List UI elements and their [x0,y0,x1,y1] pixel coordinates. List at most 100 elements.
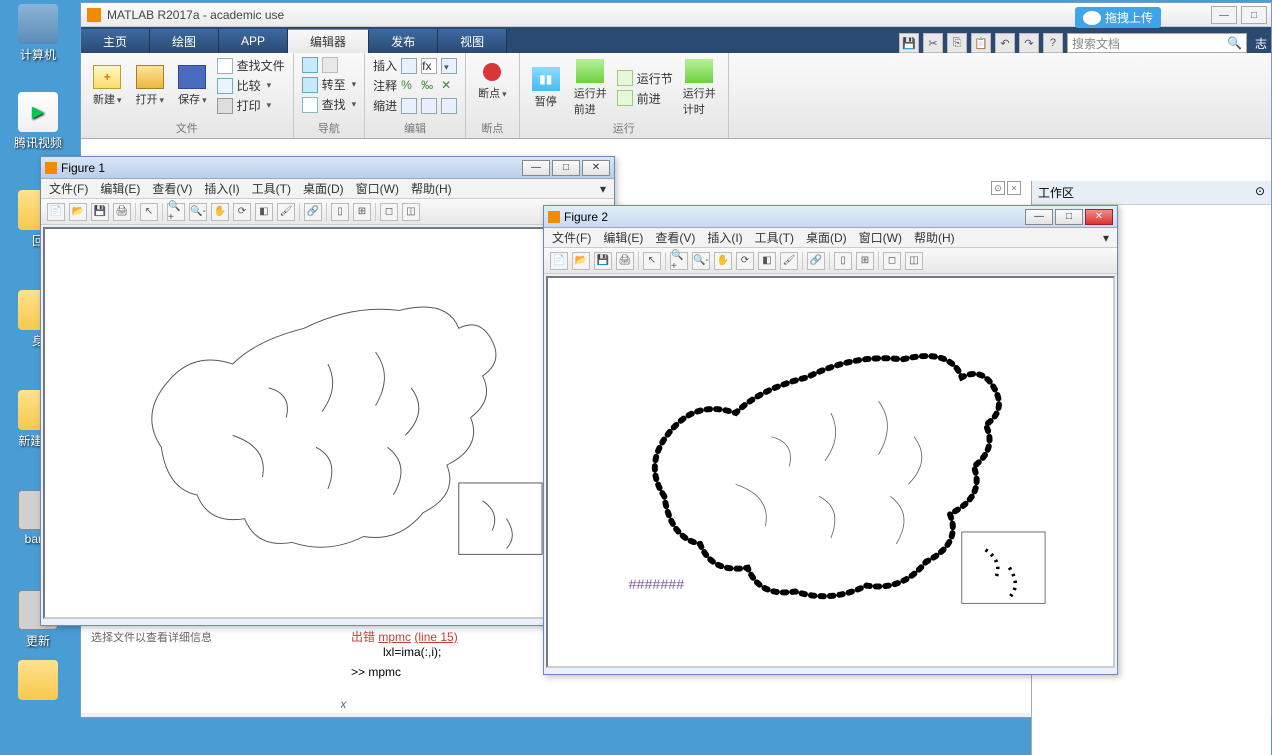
fig-menu-edit[interactable]: 编辑(E) [100,180,140,197]
upload-widget[interactable]: 拖拽上传 [1075,7,1161,28]
fig-menu-file[interactable]: 文件(F) [49,180,88,197]
qa-undo-icon[interactable]: ↶ [995,33,1015,53]
save-button[interactable]: 保存 [174,63,211,109]
fig-menu-edit[interactable]: 编辑(E) [603,229,643,246]
panel-close-button[interactable]: × [1007,181,1021,195]
zoomout-icon[interactable]: 🔍- [189,203,207,221]
figure2-axes[interactable]: ####### [546,276,1115,668]
brush-icon[interactable]: 🖌 [277,203,295,221]
hideplot-icon[interactable]: ◻ [883,252,901,270]
fig2-close-button[interactable]: ✕ [1085,209,1113,225]
new-fig-icon[interactable]: 📄 [47,203,65,221]
qa-cut-icon[interactable]: ✂ [923,33,943,53]
pause-button[interactable]: ▮▮暂停 [528,65,564,111]
fig-menu-more-icon[interactable]: ▾ [600,182,606,196]
figure2-window[interactable]: Figure 2 — □ ✕ 文件(F) 编辑(E) 查看(V) 插入(I) 工… [543,205,1118,675]
print-fig-icon[interactable]: 🖨 [616,252,634,270]
hideplot-icon[interactable]: ◻ [380,203,398,221]
link-icon[interactable]: 🔗 [304,203,322,221]
advance-button[interactable]: 前进 [617,90,673,107]
breakpoints-button[interactable]: 断点 [474,57,511,103]
compare-button[interactable]: 比较 [217,77,285,94]
open-fig-icon[interactable]: 📂 [69,203,87,221]
nav-back-button[interactable] [302,57,357,73]
zoomin-icon[interactable]: 🔍+ [670,252,688,270]
rotate-icon[interactable]: ⟳ [736,252,754,270]
figure2-titlebar[interactable]: Figure 2 — □ ✕ [544,206,1117,228]
run-advance-button[interactable]: 运行并 前进 [570,57,611,119]
qa-save-icon[interactable]: 💾 [899,33,919,53]
showplot-icon[interactable]: ◫ [905,252,923,270]
new-button[interactable]: 新建 [89,63,126,109]
tab-publish[interactable]: 发布 [369,29,438,53]
maximize-button[interactable]: □ [1241,6,1267,24]
qa-redo-icon[interactable]: ↷ [1019,33,1039,53]
pointer-icon[interactable]: ↖ [643,252,661,270]
panel-options-button[interactable]: ⊙ [991,181,1005,195]
search-docs-input[interactable]: 搜索文档🔍 [1067,33,1247,53]
fx-icon[interactable]: fx [421,58,437,74]
fig2-maximize-button[interactable]: □ [1055,209,1083,225]
fig-menu-help[interactable]: 帮助(H) [914,229,955,246]
qa-copy-icon[interactable]: ⎘ [947,33,967,53]
fig-menu-tools[interactable]: 工具(T) [755,229,794,246]
fig-menu-insert[interactable]: 插入(I) [707,229,742,246]
fig-menu-insert[interactable]: 插入(I) [204,180,239,197]
pan-icon[interactable]: ✋ [211,203,229,221]
save-fig-icon[interactable]: 💾 [594,252,612,270]
showplot-icon[interactable]: ◫ [402,203,420,221]
tab-view[interactable]: 视图 [438,29,507,53]
nav-fwd-icon[interactable] [322,57,338,73]
qa-help-icon[interactable]: ? [1043,33,1063,53]
error-function-link[interactable]: mpmc [378,630,411,644]
legend-icon[interactable]: ⊞ [353,203,371,221]
tab-editor[interactable]: 编辑器 [288,29,369,53]
legend-icon[interactable]: ⊞ [856,252,874,270]
link-icon[interactable]: 🔗 [807,252,825,270]
minimize-button[interactable]: — [1211,6,1237,24]
fig-menu-window[interactable]: 窗口(W) [859,229,902,246]
pan-icon[interactable]: ✋ [714,252,732,270]
fig2-minimize-button[interactable]: — [1025,209,1053,225]
pointer-icon[interactable]: ↖ [140,203,158,221]
fig-menu-file[interactable]: 文件(F) [552,229,591,246]
print-fig-icon[interactable]: 🖨 [113,203,131,221]
fig-menu-tools[interactable]: 工具(T) [252,180,291,197]
tab-apps[interactable]: APP [219,29,288,53]
desktop-icon[interactable]: 腾讯视频 [8,92,68,151]
desktop-icon[interactable]: 计算机 [8,4,68,63]
fig-menu-window[interactable]: 窗口(W) [356,180,399,197]
fig1-maximize-button[interactable]: □ [552,160,580,176]
rotate-icon[interactable]: ⟳ [233,203,251,221]
find-files-button[interactable]: 查找文件 [217,57,285,74]
run-time-button[interactable]: 运行并 计时 [679,57,720,119]
tab-plots[interactable]: 绘图 [150,29,219,53]
workspace-expand-icon[interactable]: ⊙ [1255,184,1265,201]
desktop-icon[interactable] [8,660,68,702]
insert-button[interactable]: 插入fx [373,57,457,74]
fig-menu-desktop[interactable]: 桌面(D) [806,229,847,246]
fig-menu-help[interactable]: 帮助(H) [411,180,452,197]
goto-button[interactable]: 转至 [302,76,357,93]
comment-button[interactable]: 注释%‰✕ [373,77,457,94]
save-fig-icon[interactable]: 💾 [91,203,109,221]
figure1-axes[interactable] [43,227,612,619]
datacursor-icon[interactable]: ◧ [758,252,776,270]
run-section-button[interactable]: 运行节 [617,70,673,87]
open-fig-icon[interactable]: 📂 [572,252,590,270]
brush-icon[interactable]: 🖌 [780,252,798,270]
fig1-minimize-button[interactable]: — [522,160,550,176]
tab-home[interactable]: 主页 [81,29,150,53]
print-button[interactable]: 打印 [217,97,285,114]
fig-menu-desktop[interactable]: 桌面(D) [303,180,344,197]
fig-menu-more-icon[interactable]: ▾ [1103,231,1109,245]
zoomout-icon[interactable]: 🔍- [692,252,710,270]
fig-menu-view[interactable]: 查看(V) [655,229,695,246]
figure1-titlebar[interactable]: Figure 1 — □ ✕ [41,157,614,179]
qa-paste-icon[interactable]: 📋 [971,33,991,53]
fx-prompt-icon[interactable]: fx [341,697,346,711]
datacursor-icon[interactable]: ◧ [255,203,273,221]
indent-button[interactable]: 缩进 [373,97,457,114]
open-button[interactable]: 打开 [132,63,169,109]
login-button[interactable]: 志 [1255,35,1267,52]
